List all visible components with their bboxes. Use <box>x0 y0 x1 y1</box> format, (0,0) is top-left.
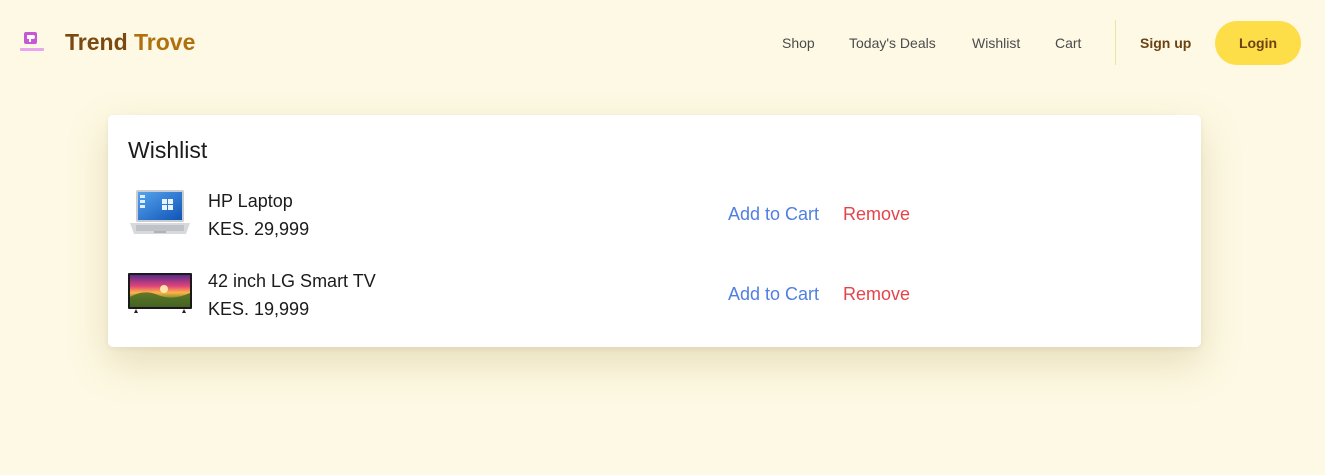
brand-name-part2: Trove <box>134 29 196 55</box>
brand-name-part1: Trend <box>65 29 135 55</box>
remove-button[interactable]: Remove <box>843 284 910 305</box>
item-price: KES. 29,999 <box>208 219 310 239</box>
wishlist-card: Wishlist HP Laptop KES. 29,999 Add to Ca… <box>108 115 1201 347</box>
nav-cart[interactable]: Cart <box>1055 35 1081 51</box>
login-button[interactable]: Login <box>1215 21 1301 65</box>
item-name: 42 inch LG Smart TV <box>208 271 376 291</box>
signup-link[interactable]: Sign up <box>1140 35 1191 51</box>
remove-button[interactable]: Remove <box>843 204 910 225</box>
tv-image <box>128 273 192 313</box>
navbar: Trend Trove Shop Today's Deals Wishlist … <box>0 0 1325 86</box>
add-to-cart-button[interactable]: Add to Cart <box>728 284 819 305</box>
laptop-image <box>130 190 190 234</box>
nav-shop[interactable]: Shop <box>782 35 815 51</box>
nav-wishlist[interactable]: Wishlist <box>972 35 1020 51</box>
add-to-cart-button[interactable]: Add to Cart <box>728 204 819 225</box>
nav-todays-deals[interactable]: Today's Deals <box>849 35 936 51</box>
brand-logo-icon[interactable] <box>19 30 45 54</box>
wishlist-title: Wishlist <box>128 137 208 163</box>
item-name: HP Laptop <box>208 191 293 211</box>
brand-name[interactable]: Trend Trove <box>65 29 195 56</box>
nav-divider <box>1115 20 1116 65</box>
item-price: KES. 19,999 <box>208 299 310 319</box>
